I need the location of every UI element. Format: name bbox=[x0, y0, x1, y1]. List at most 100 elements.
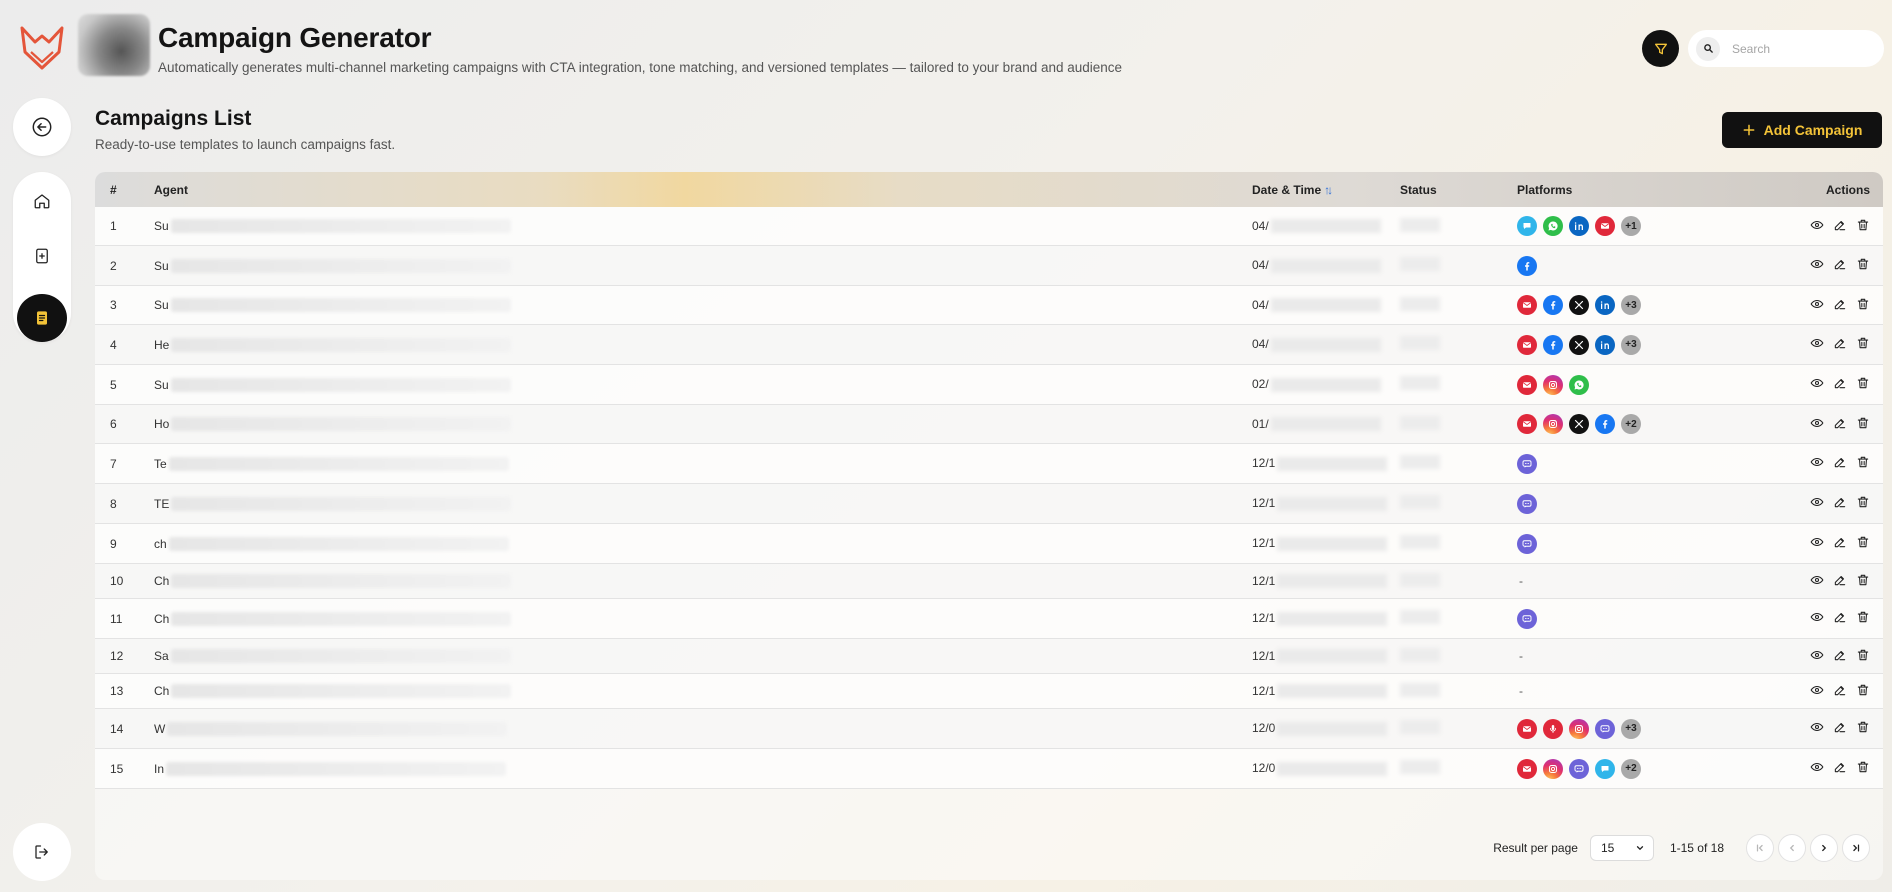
edit-icon[interactable] bbox=[1833, 376, 1847, 390]
more-platforms-badge[interactable]: +2 bbox=[1621, 414, 1641, 434]
edit-icon[interactable] bbox=[1833, 416, 1847, 430]
table-row[interactable]: 15 In 12/0 +2 bbox=[95, 749, 1883, 789]
table-row[interactable]: 4 He 04/ +3 bbox=[95, 325, 1883, 365]
edit-icon[interactable] bbox=[1833, 297, 1847, 311]
edit-icon[interactable] bbox=[1833, 720, 1847, 734]
view-icon[interactable] bbox=[1810, 573, 1824, 587]
more-platforms-badge[interactable]: +3 bbox=[1621, 334, 1641, 355]
more-platforms-badge[interactable]: +1 bbox=[1621, 216, 1641, 236]
view-icon[interactable] bbox=[1810, 218, 1824, 232]
add-campaign-button[interactable]: Add Campaign bbox=[1722, 112, 1882, 148]
edit-icon[interactable] bbox=[1833, 535, 1847, 549]
redacted-date bbox=[1277, 611, 1388, 626]
more-platforms-badge[interactable]: +3 bbox=[1621, 718, 1641, 739]
delete-icon[interactable] bbox=[1856, 218, 1870, 232]
view-icon[interactable] bbox=[1810, 416, 1824, 430]
back-button[interactable] bbox=[13, 98, 71, 156]
table-row[interactable]: 3 Su 04/ +3 bbox=[95, 286, 1883, 325]
edit-icon[interactable] bbox=[1833, 495, 1847, 509]
row-platforms: +2 bbox=[1517, 758, 1797, 779]
table-row[interactable]: 7 Te 12/1 bbox=[95, 444, 1883, 484]
delete-icon[interactable] bbox=[1856, 336, 1870, 350]
search-input[interactable] bbox=[1732, 41, 1872, 56]
sidebar-item-new-document[interactable] bbox=[22, 237, 62, 276]
table-row[interactable]: 8 TE 12/1 bbox=[95, 484, 1883, 524]
redacted-date bbox=[1277, 761, 1388, 776]
delete-icon[interactable] bbox=[1856, 573, 1870, 587]
row-date: 12/1 bbox=[1252, 573, 1276, 588]
redacted-agent bbox=[171, 496, 512, 511]
table-row[interactable]: 13 Ch 12/1 - bbox=[95, 674, 1883, 709]
delete-icon[interactable] bbox=[1856, 297, 1870, 311]
sidebar-nav bbox=[13, 172, 71, 342]
table-row[interactable]: 14 W 12/0 +3 bbox=[95, 709, 1883, 749]
view-icon[interactable] bbox=[1810, 535, 1824, 549]
search-bar[interactable] bbox=[1688, 30, 1884, 67]
redacted-agent bbox=[170, 219, 511, 233]
delete-icon[interactable] bbox=[1856, 535, 1870, 549]
edit-icon[interactable] bbox=[1833, 648, 1847, 662]
view-icon[interactable] bbox=[1810, 720, 1824, 734]
delete-icon[interactable] bbox=[1856, 257, 1870, 271]
table-row[interactable]: 9 ch 12/1 bbox=[95, 524, 1883, 564]
table-row[interactable]: 6 Ho 01/ +2 bbox=[95, 405, 1883, 444]
view-icon[interactable] bbox=[1810, 297, 1824, 311]
filter-button[interactable] bbox=[1642, 30, 1679, 67]
row-number: 7 bbox=[110, 456, 117, 471]
table-row[interactable]: 12 Sa 12/1 - bbox=[95, 639, 1883, 674]
view-icon[interactable] bbox=[1810, 257, 1824, 271]
view-icon[interactable] bbox=[1810, 648, 1824, 662]
view-icon[interactable] bbox=[1810, 683, 1824, 697]
edit-icon[interactable] bbox=[1833, 336, 1847, 350]
edit-icon[interactable] bbox=[1833, 257, 1847, 271]
row-platforms bbox=[1517, 493, 1797, 514]
row-actions bbox=[1797, 495, 1883, 512]
edit-icon[interactable] bbox=[1833, 455, 1847, 469]
view-icon[interactable] bbox=[1810, 336, 1824, 350]
row-actions bbox=[1797, 257, 1883, 274]
sidebar-item-home[interactable] bbox=[22, 182, 62, 221]
table-row[interactable]: 5 Su 02/ bbox=[95, 365, 1883, 405]
next-page-button[interactable] bbox=[1810, 834, 1838, 862]
edit-icon[interactable] bbox=[1833, 760, 1847, 774]
table-row[interactable]: 1 Su 04/ +1 bbox=[95, 207, 1883, 246]
delete-icon[interactable] bbox=[1856, 720, 1870, 734]
per-page-select[interactable]: 15 bbox=[1589, 835, 1654, 861]
view-icon[interactable] bbox=[1810, 610, 1824, 624]
table-row[interactable]: 2 Su 04/ bbox=[95, 246, 1883, 286]
view-icon[interactable] bbox=[1810, 455, 1824, 469]
col-date[interactable]: Date & Time ↑↓ bbox=[1252, 183, 1400, 197]
table-row[interactable]: 10 Ch 12/1 - bbox=[95, 564, 1883, 599]
more-platforms-badge[interactable]: +3 bbox=[1621, 295, 1641, 315]
row-platforms: - bbox=[1517, 684, 1797, 698]
view-icon[interactable] bbox=[1810, 760, 1824, 774]
row-number: 5 bbox=[110, 377, 117, 392]
row-date: 04/ bbox=[1252, 258, 1269, 273]
row-actions bbox=[1797, 610, 1883, 627]
delete-icon[interactable] bbox=[1856, 648, 1870, 662]
table-row[interactable]: 11 Ch 12/1 bbox=[95, 599, 1883, 639]
campaigns-table: # Agent Date & Time ↑↓ Status Platforms A… bbox=[95, 172, 1883, 880]
view-icon[interactable] bbox=[1810, 376, 1824, 390]
first-page-button[interactable] bbox=[1746, 834, 1774, 862]
sort-icon[interactable]: ↑↓ bbox=[1324, 183, 1333, 197]
edit-icon[interactable] bbox=[1833, 218, 1847, 232]
delete-icon[interactable] bbox=[1856, 455, 1870, 469]
prev-page-button[interactable] bbox=[1778, 834, 1806, 862]
more-platforms-badge[interactable]: +2 bbox=[1621, 758, 1641, 779]
redacted-agent bbox=[166, 761, 507, 776]
view-icon[interactable] bbox=[1810, 495, 1824, 509]
agent-name: Te bbox=[154, 456, 167, 471]
delete-icon[interactable] bbox=[1856, 495, 1870, 509]
delete-icon[interactable] bbox=[1856, 760, 1870, 774]
last-page-button[interactable] bbox=[1842, 834, 1870, 862]
delete-icon[interactable] bbox=[1856, 610, 1870, 624]
delete-icon[interactable] bbox=[1856, 376, 1870, 390]
edit-icon[interactable] bbox=[1833, 573, 1847, 587]
sidebar-item-campaigns[interactable] bbox=[17, 293, 67, 342]
logout-button[interactable] bbox=[13, 823, 71, 881]
delete-icon[interactable] bbox=[1856, 683, 1870, 697]
edit-icon[interactable] bbox=[1833, 610, 1847, 624]
delete-icon[interactable] bbox=[1856, 416, 1870, 430]
edit-icon[interactable] bbox=[1833, 683, 1847, 697]
